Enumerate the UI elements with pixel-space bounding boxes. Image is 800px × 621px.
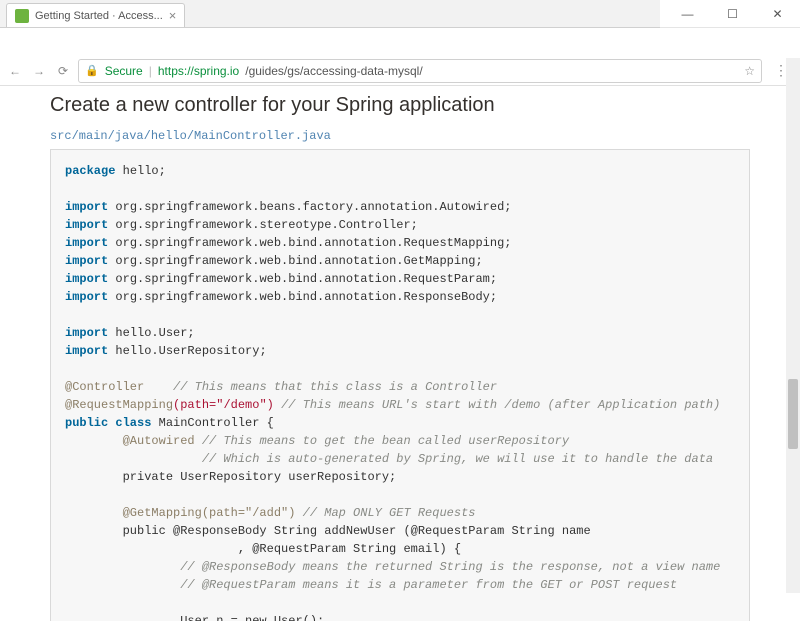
tab-strip: Getting Started · Access... × [0,0,660,28]
minimize-button[interactable]: — [665,0,710,28]
vertical-scrollbar-thumb[interactable] [788,379,798,449]
page-content: Create a new controller for your Spring … [0,86,800,621]
lock-icon: 🔒 [85,64,99,77]
address-bar: ← → ⟳ 🔒 Secure | https://spring.io/guide… [0,56,800,86]
bookmark-star-icon[interactable]: ☆ [744,64,755,78]
back-button[interactable]: ← [6,62,24,80]
tab-title: Getting Started · Access... [35,10,163,22]
favicon-icon [15,9,29,23]
url-host: https://spring.io [158,64,239,78]
file-path-label: src/main/java/hello/MainController.java [50,125,750,149]
url-path: /guides/gs/accessing-data-mysql/ [245,64,422,78]
reload-button[interactable]: ⟳ [54,62,72,80]
page-heading: Create a new controller for your Spring … [50,90,750,125]
maximize-button[interactable]: ☐ [710,0,755,28]
forward-button[interactable]: → [30,62,48,80]
close-window-button[interactable]: ✕ [755,0,800,28]
url-input[interactable]: 🔒 Secure | https://spring.io/guides/gs/a… [78,59,762,83]
close-tab-icon[interactable]: × [169,8,177,23]
secure-label: Secure [105,64,143,78]
browser-tab[interactable]: Getting Started · Access... × [6,3,185,27]
url-separator: | [149,64,152,78]
code-block[interactable]: package hello; import org.springframewor… [50,149,750,621]
vertical-scrollbar[interactable] [786,58,800,593]
